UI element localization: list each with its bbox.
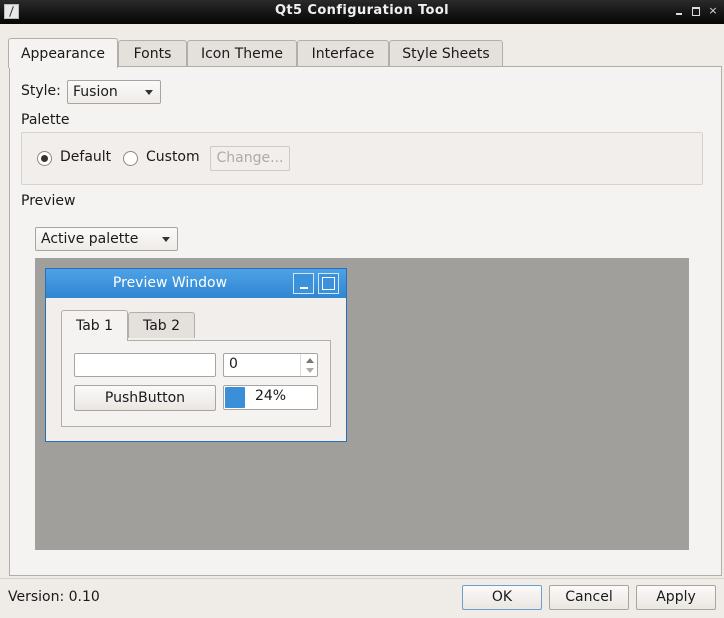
- title-bar: Qt5 Configuration Tool ×: [0, 0, 724, 24]
- custom-radio[interactable]: [123, 151, 138, 166]
- preview-window-title: Preview Window: [112, 275, 228, 291]
- progress-text: 24%: [254, 388, 287, 404]
- tab-interface[interactable]: Interface: [297, 40, 389, 67]
- cancel-button[interactable]: Cancel: [549, 585, 629, 610]
- minimize-icon[interactable]: [293, 273, 314, 294]
- tab-style-sheets[interactable]: Style Sheets: [389, 40, 503, 67]
- spinbox-value: 0: [229, 356, 238, 372]
- spin-down-icon[interactable]: [306, 368, 314, 373]
- preview-tab-1[interactable]: Tab 1: [61, 310, 128, 341]
- apply-button[interactable]: Apply: [636, 585, 716, 610]
- style-combobox[interactable]: Fusion: [67, 80, 161, 104]
- preview-push-button[interactable]: PushButton: [74, 385, 216, 411]
- tab-appearance[interactable]: Appearance: [8, 38, 118, 68]
- change-button[interactable]: Change...: [210, 146, 290, 171]
- window-title: Qt5 Configuration Tool: [274, 3, 450, 18]
- style-label: Style:: [21, 83, 61, 99]
- footer-divider: [0, 578, 724, 579]
- minimize-icon[interactable]: [673, 5, 685, 17]
- palette-select[interactable]: Active palette: [35, 227, 178, 251]
- preview-progress-bar: 24%: [223, 385, 318, 410]
- custom-radio-label[interactable]: Custom: [146, 149, 200, 165]
- style-value: Fusion: [73, 84, 118, 100]
- default-radio-label[interactable]: Default: [60, 149, 111, 165]
- close-icon[interactable]: ×: [707, 5, 719, 17]
- spin-up-icon[interactable]: [306, 358, 314, 363]
- preview-line-edit[interactable]: [74, 353, 216, 377]
- tab-fonts[interactable]: Fonts: [118, 40, 187, 67]
- preview-tab-2[interactable]: Tab 2: [128, 312, 195, 338]
- preview-spinbox[interactable]: 0: [223, 353, 318, 377]
- preview-title-bar: Preview Window: [46, 269, 346, 298]
- version-label: Version: 0.10: [8, 589, 100, 605]
- ok-button[interactable]: OK: [462, 585, 542, 610]
- chevron-down-icon: [162, 237, 170, 242]
- chevron-down-icon: [145, 90, 153, 95]
- palette-label: Palette: [21, 112, 70, 128]
- preview-label: Preview: [21, 193, 76, 209]
- preview-window: Preview Window Tab 1 Tab 2 0 PushButton …: [45, 268, 347, 442]
- palette-select-value: Active palette: [41, 231, 139, 247]
- default-radio[interactable]: [37, 151, 52, 166]
- maximize-icon[interactable]: [690, 5, 702, 17]
- tab-icon-theme[interactable]: Icon Theme: [187, 40, 297, 67]
- maximize-icon[interactable]: [318, 273, 339, 294]
